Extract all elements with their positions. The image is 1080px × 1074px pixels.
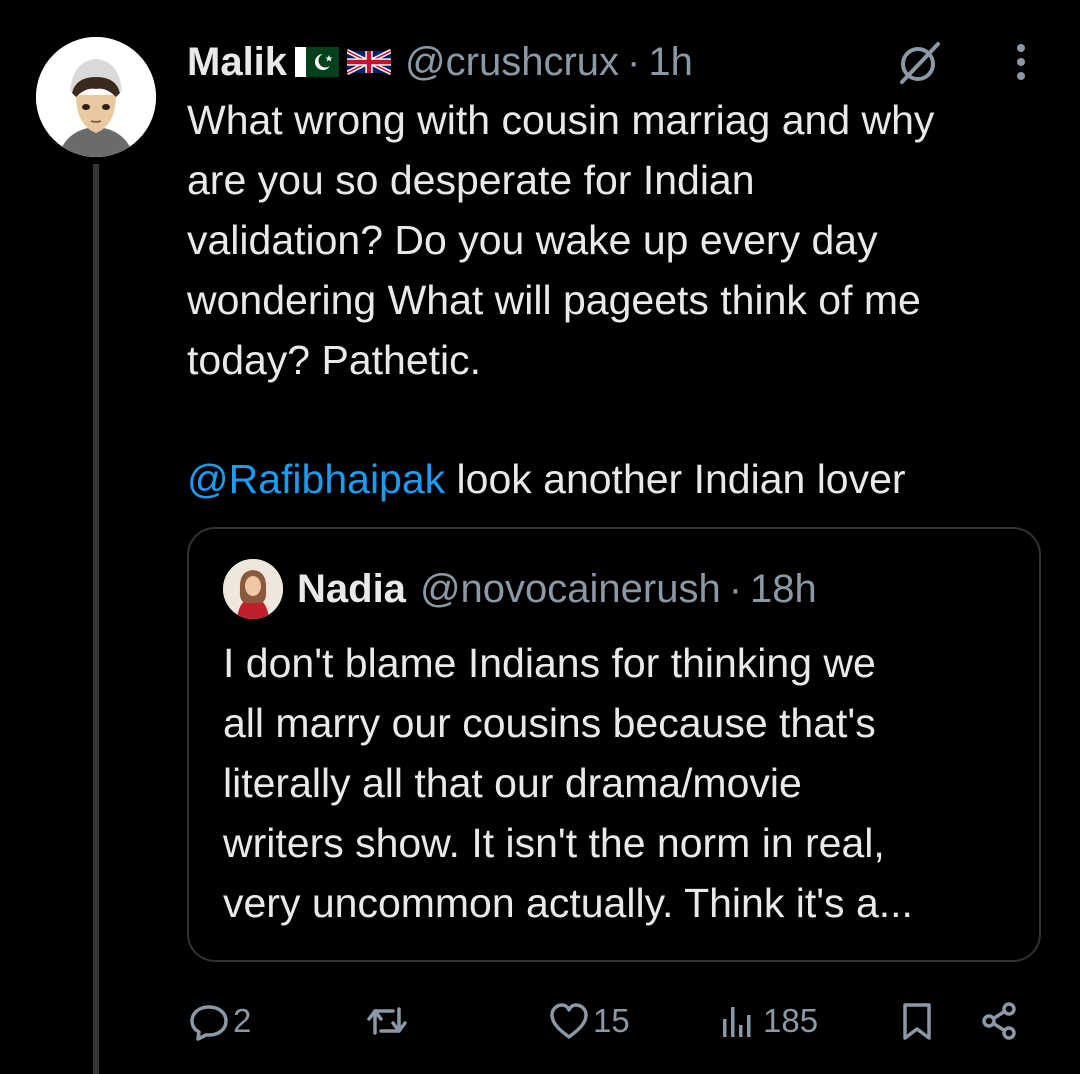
person-avatar-icon: [223, 559, 283, 619]
quoted-separator-dot: ·: [728, 566, 743, 611]
tweet-actions-bar: 2 15 185: [187, 994, 1047, 1048]
author-avatar[interactable]: [36, 37, 156, 157]
more-options-icon[interactable]: [1006, 40, 1036, 84]
separator-dot: ·: [627, 39, 641, 84]
anime-avatar-icon: [36, 37, 156, 157]
bookmark-button[interactable]: [895, 994, 939, 1048]
reply-icon: [190, 1005, 228, 1041]
timestamp[interactable]: 1h: [648, 40, 693, 85]
mention-link[interactable]: @Rafibhaipak: [187, 456, 445, 502]
views-button[interactable]: 185: [717, 994, 818, 1048]
grok-icon[interactable]: [894, 36, 946, 88]
views-chart-icon: [723, 1007, 751, 1037]
bookmark-icon: [903, 1003, 931, 1040]
quoted-tweet-text: I don't blame Indians for thinking we al…: [223, 640, 913, 926]
share-icon: [982, 1002, 1016, 1040]
quoted-tweet-card[interactable]: Nadia @novocainerush · 18h I don't blame…: [187, 527, 1041, 962]
quoted-tweet-header: Nadia @novocainerush · 18h: [297, 563, 817, 615]
quoted-timestamp[interactable]: 18h: [750, 567, 817, 612]
thread-line: [93, 164, 99, 1074]
author-name[interactable]: Malik: [187, 40, 287, 85]
quoted-author-name[interactable]: Nadia: [297, 567, 406, 612]
view-count: 185: [763, 1002, 819, 1039]
repost-button[interactable]: [365, 994, 411, 1048]
like-button[interactable]: 15: [547, 994, 630, 1048]
quoted-author-handle[interactable]: @novocainerush: [420, 567, 721, 612]
repost-icon: [367, 1007, 407, 1035]
mention-suffix-text: look another Indian lover: [445, 456, 906, 502]
reply-count: 2: [233, 1002, 252, 1039]
reply-button[interactable]: 2: [187, 994, 251, 1048]
heart-icon: [550, 1003, 588, 1039]
uk-flag-icon: [347, 49, 392, 75]
pakistan-flag-icon: [295, 47, 340, 77]
like-count: 15: [593, 1002, 630, 1039]
tweet-mention-line: @Rafibhaipak look another Indian lover: [187, 449, 906, 509]
quoted-author-avatar: [223, 559, 283, 619]
author-handle[interactable]: @crushcrux: [405, 40, 619, 85]
tweet-text: What wrong with cousin marriag and why a…: [187, 97, 935, 383]
share-button[interactable]: [977, 994, 1021, 1048]
tweet-header: Malik @crushcrux · 1h: [187, 38, 693, 86]
